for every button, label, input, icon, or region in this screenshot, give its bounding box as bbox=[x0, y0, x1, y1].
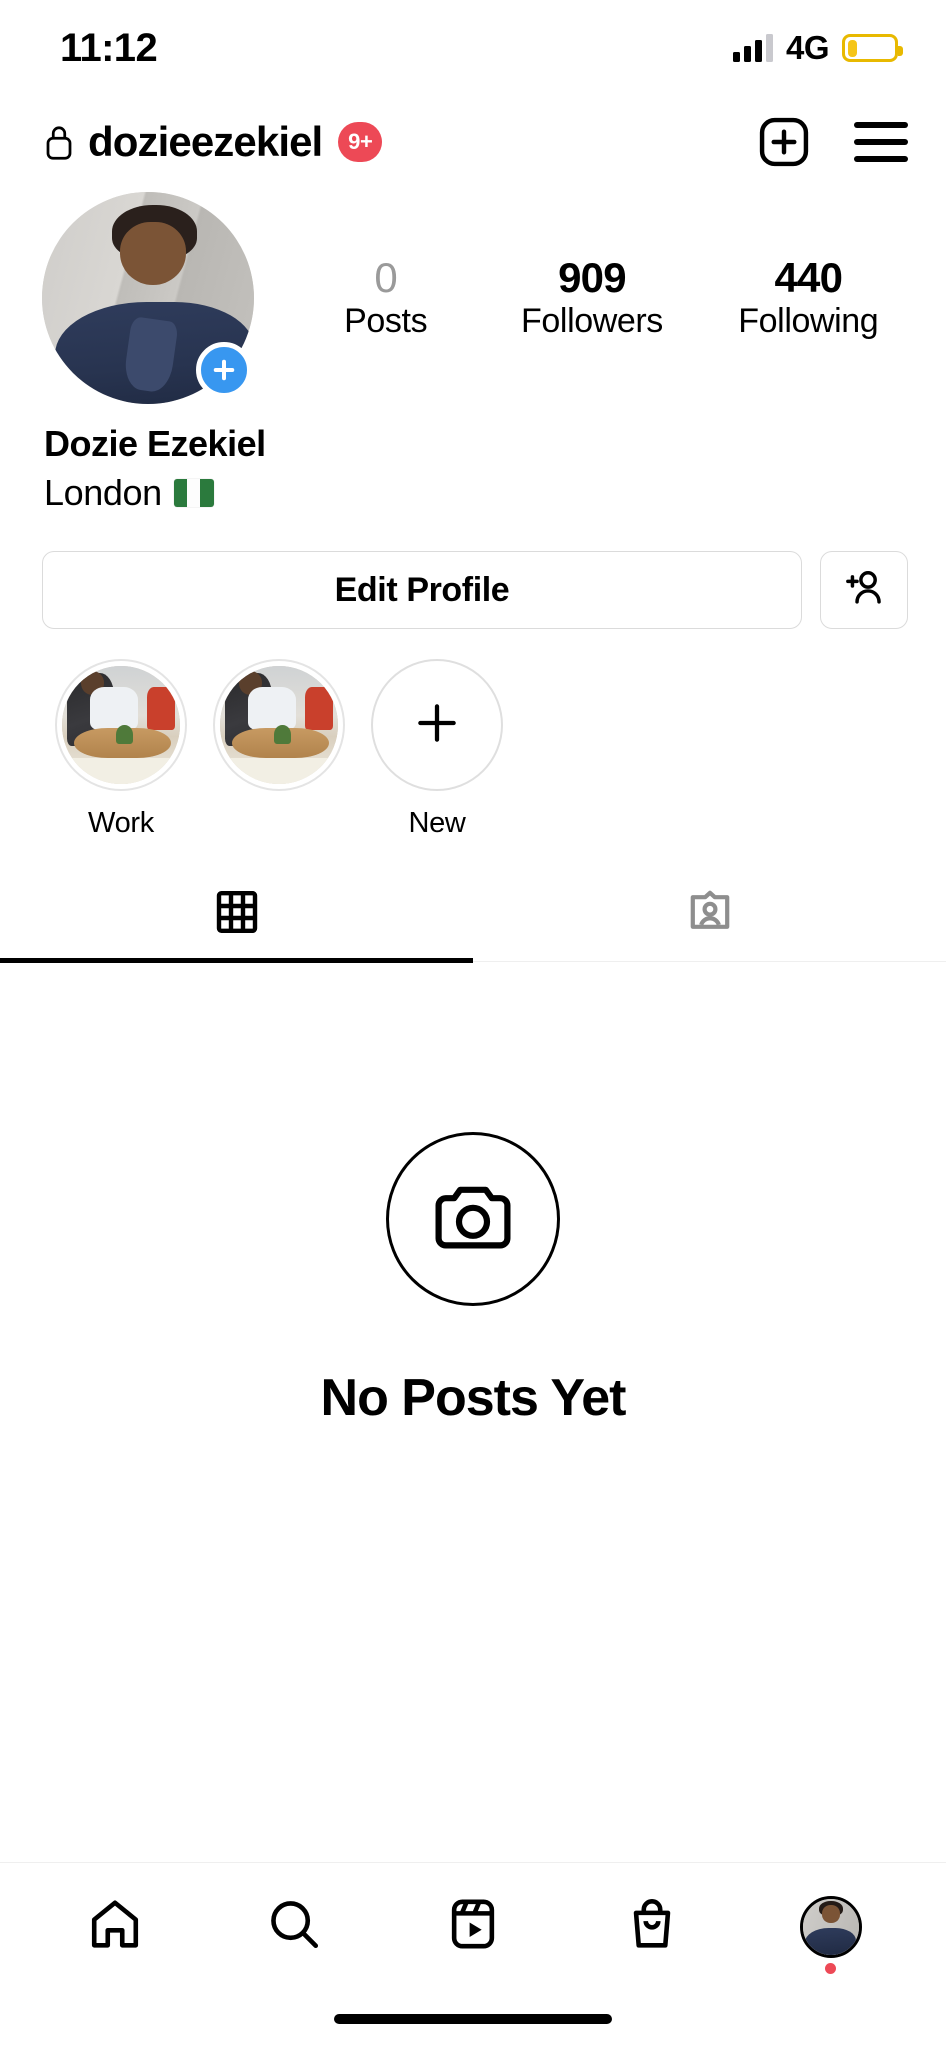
stat-following-value: 440 bbox=[774, 254, 843, 302]
highlight-label: New bbox=[408, 807, 466, 840]
network-type-label: 4G bbox=[785, 29, 830, 66]
add-person-icon bbox=[842, 566, 886, 615]
highlight-thumbnail bbox=[220, 666, 338, 785]
stat-following-label: Following bbox=[738, 302, 879, 341]
story-highlight-work[interactable]: Work bbox=[42, 659, 200, 841]
bottom-navigation-bar bbox=[0, 1862, 946, 1990]
story-highlights-row: Work New bbox=[0, 629, 946, 841]
shop-bag-icon bbox=[623, 1895, 681, 1958]
highlight-label: Work bbox=[88, 807, 154, 840]
add-person-button[interactable] bbox=[820, 551, 908, 630]
profile-stats-row: 0 Posts 909 Followers 440 Following bbox=[0, 184, 946, 404]
home-icon bbox=[86, 1895, 144, 1958]
profile-bio-line: London bbox=[44, 469, 902, 518]
new-highlight-button[interactable] bbox=[371, 659, 503, 792]
empty-state-title: No Posts Yet bbox=[320, 1369, 627, 1428]
posts-empty-state: No Posts Yet bbox=[0, 962, 946, 1862]
nav-notification-dot bbox=[825, 1962, 837, 1974]
header-actions bbox=[756, 114, 908, 170]
notification-badge[interactable]: 9+ bbox=[338, 122, 383, 162]
reels-icon bbox=[444, 1895, 502, 1958]
edit-profile-button[interactable]: Edit Profile bbox=[42, 551, 802, 630]
status-time: 11:12 bbox=[60, 25, 158, 70]
plus-circle-icon[interactable] bbox=[196, 342, 252, 398]
stat-followers-label: Followers bbox=[521, 302, 663, 341]
stat-followers[interactable]: 909 Followers bbox=[521, 254, 663, 342]
grid-icon bbox=[213, 888, 261, 941]
nav-reels[interactable] bbox=[413, 1895, 533, 1958]
stat-posts[interactable]: 0 Posts bbox=[326, 254, 446, 342]
tab-tagged[interactable] bbox=[473, 867, 946, 961]
home-indicator-area bbox=[0, 1990, 946, 2048]
hamburger-menu-icon[interactable] bbox=[854, 122, 908, 162]
stats-group: 0 Posts 909 Followers 440 Following bbox=[254, 254, 916, 342]
profile-username[interactable]: dozieezekiel bbox=[88, 118, 323, 166]
profile-bio: Dozie Ezekiel London bbox=[0, 404, 946, 517]
bio-location-text: London bbox=[44, 471, 162, 513]
stat-following[interactable]: 440 Following bbox=[738, 254, 878, 342]
nav-shop[interactable] bbox=[592, 1895, 712, 1958]
highlight-ring bbox=[55, 659, 187, 792]
story-highlight-untitled[interactable] bbox=[200, 659, 358, 841]
profile-action-buttons: Edit Profile bbox=[0, 517, 946, 630]
nigeria-flag-icon bbox=[173, 478, 214, 507]
stat-followers-value: 909 bbox=[558, 254, 626, 302]
status-bar: 11:12 4G bbox=[0, 0, 946, 96]
plus-square-icon[interactable] bbox=[756, 114, 812, 170]
avatar[interactable] bbox=[42, 192, 254, 404]
profile-tabs bbox=[0, 867, 946, 963]
nav-home[interactable] bbox=[55, 1895, 175, 1958]
camera-icon bbox=[386, 1132, 560, 1307]
instagram-profile-screen: 11:12 4G dozieezekiel 9+ 0 Posts 909 Fol… bbox=[0, 0, 946, 2048]
profile-avatar-icon bbox=[799, 1895, 862, 1958]
stat-posts-value: 0 bbox=[374, 254, 397, 302]
signal-bars-icon bbox=[732, 34, 773, 62]
battery-low-icon bbox=[842, 34, 903, 62]
lock-icon bbox=[44, 123, 74, 161]
highlight-ring bbox=[213, 659, 345, 792]
status-indicators: 4G bbox=[732, 29, 903, 67]
profile-header: dozieezekiel 9+ bbox=[0, 96, 946, 184]
stat-posts-label: Posts bbox=[344, 302, 428, 341]
nav-profile[interactable] bbox=[771, 1895, 891, 1974]
search-icon bbox=[265, 1895, 323, 1958]
nav-search[interactable] bbox=[234, 1895, 354, 1958]
home-indicator-bar[interactable] bbox=[334, 2014, 612, 2024]
highlight-thumbnail bbox=[62, 666, 180, 785]
tagged-person-icon bbox=[686, 888, 734, 941]
story-highlight-new[interactable]: New bbox=[358, 659, 516, 841]
plus-icon bbox=[410, 696, 464, 755]
profile-full-name: Dozie Ezekiel bbox=[44, 423, 266, 464]
tab-grid[interactable] bbox=[0, 867, 473, 963]
